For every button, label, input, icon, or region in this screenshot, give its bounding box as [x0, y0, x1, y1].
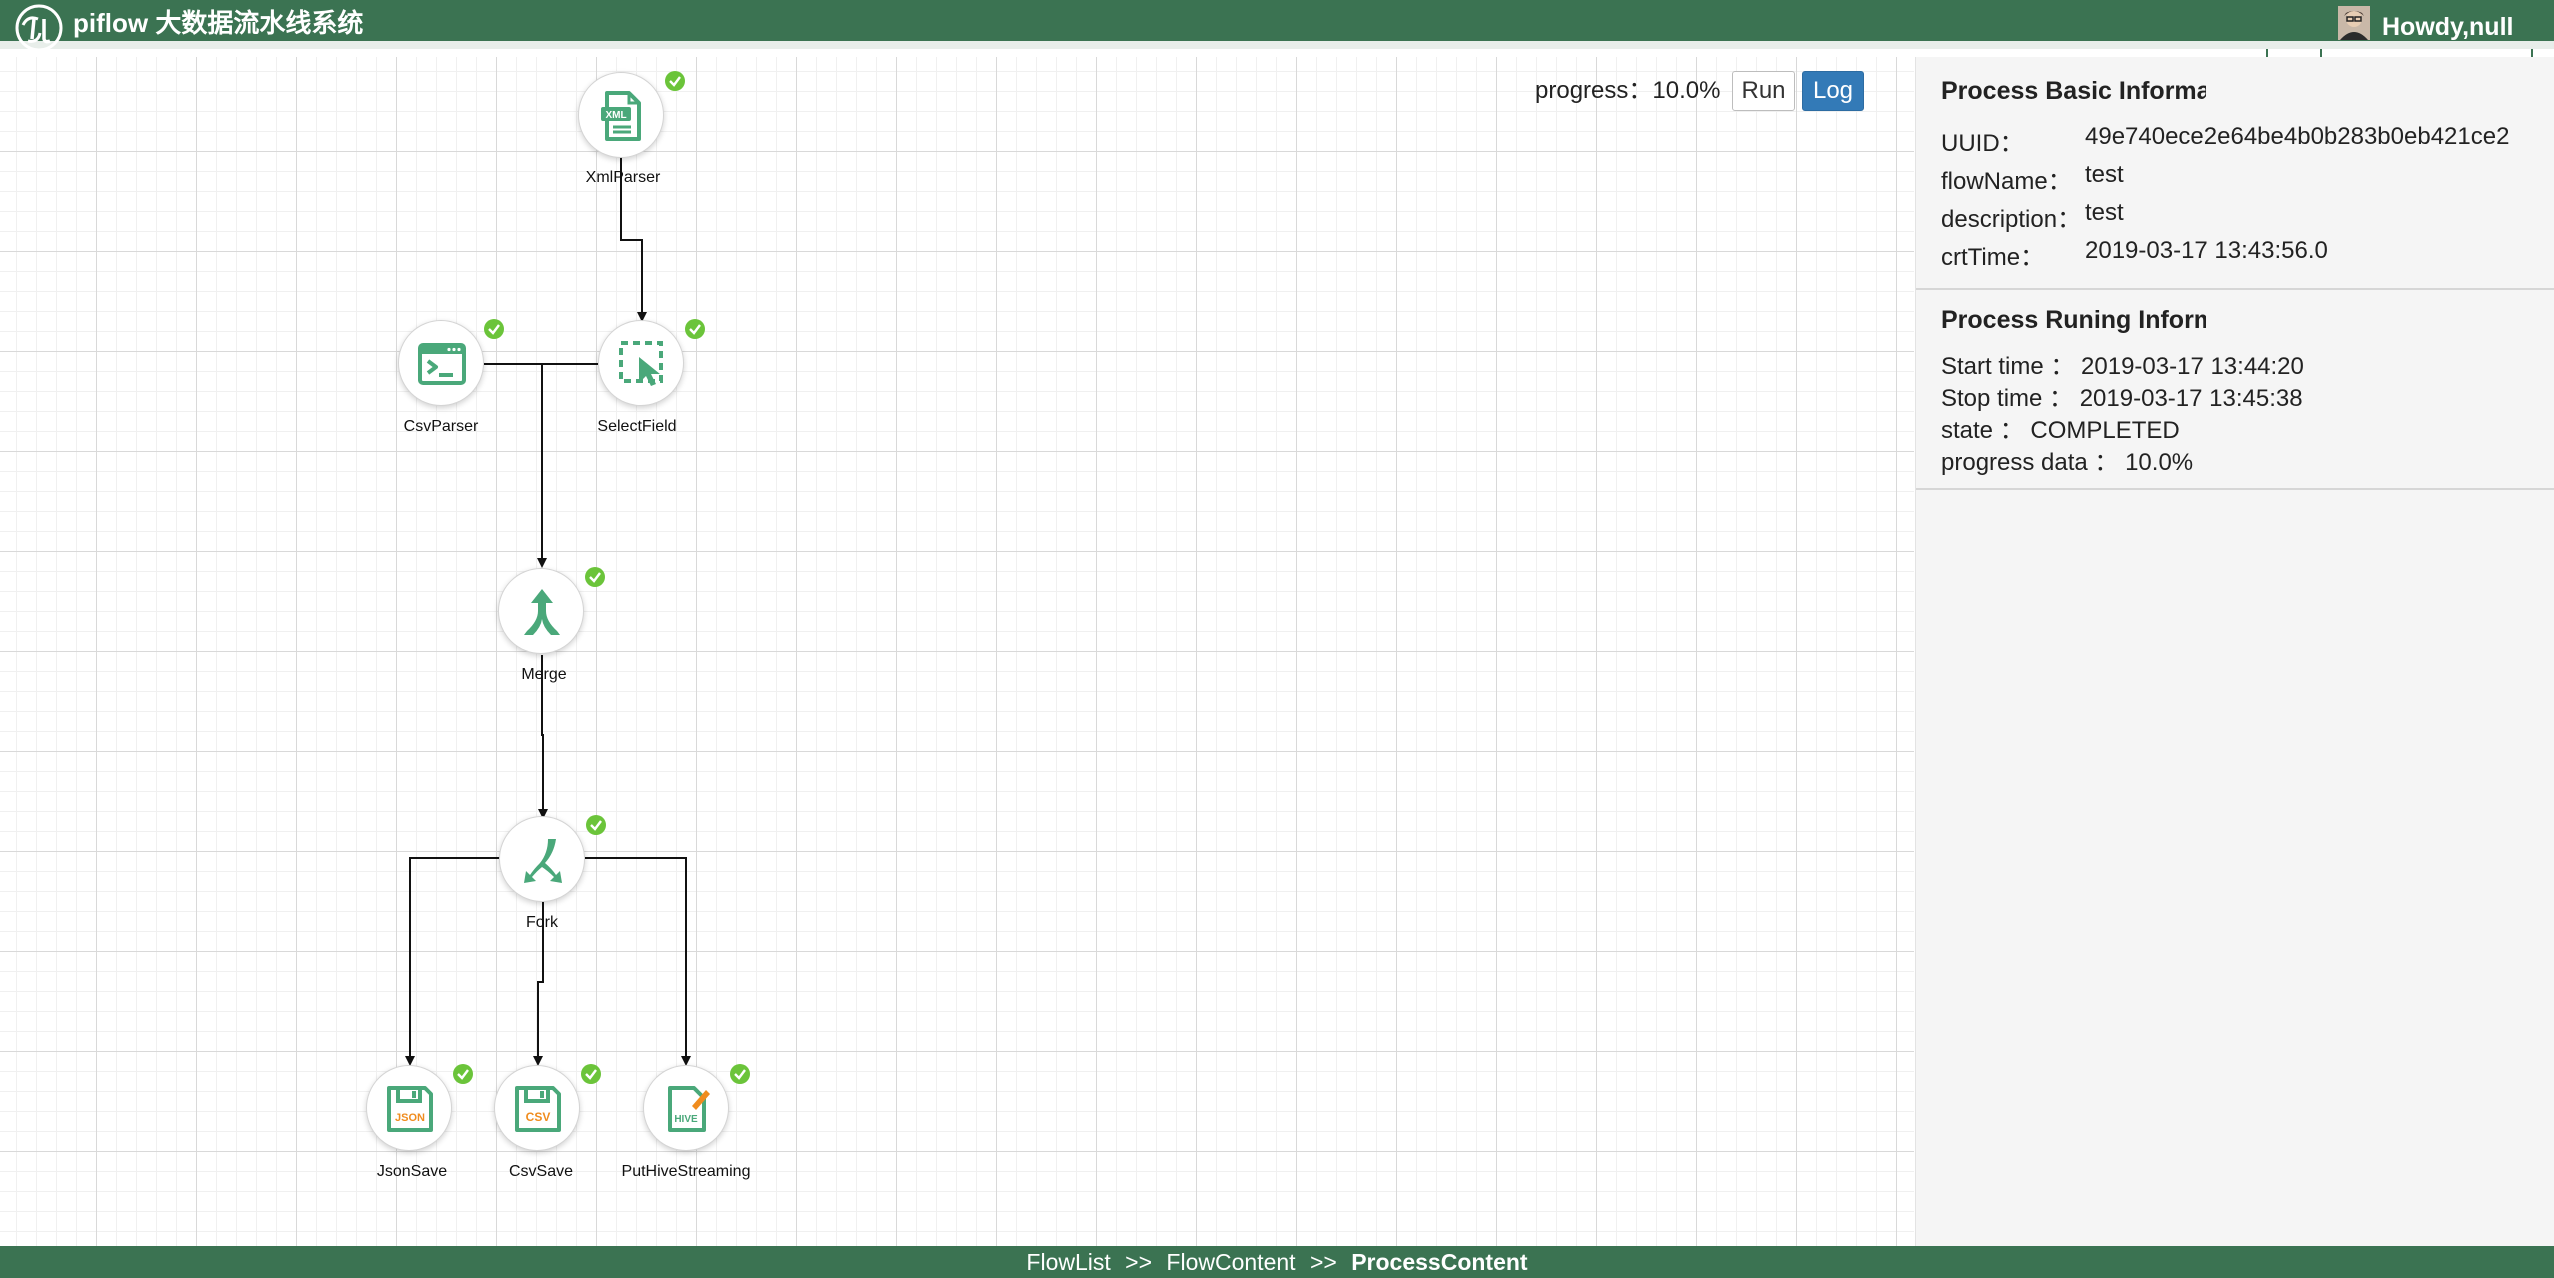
node-fork[interactable]: [499, 816, 585, 902]
node-label: CsvParser: [403, 418, 479, 435]
breadcrumb-flowcontent[interactable]: FlowContent: [1166, 1249, 1295, 1275]
json-save-icon: JSON: [387, 1086, 433, 1132]
status-check-icon: [484, 319, 504, 339]
running-row: state ： COMPLETED: [1941, 417, 2180, 444]
info-key: crtTime：: [1941, 244, 2045, 271]
node-puthivestreaming[interactable]: HIVE: [643, 1065, 729, 1151]
node-xmlparser[interactable]: XML: [578, 72, 664, 158]
top-header: piflow 大数据流水线系统 Howdy,null: [0, 0, 2554, 52]
xml-icon-text: XML: [605, 110, 626, 121]
section-title: Process Runing Informa: [1941, 306, 2206, 334]
hive-file-icon: HIVE: [668, 1086, 710, 1132]
piflow-logo-icon[interactable]: [14, 3, 64, 53]
info-key: description：: [1941, 206, 2082, 233]
process-info-panel: Process Basic Informat UUID： 49e740ece2e…: [1915, 57, 2554, 1246]
info-value: test: [2085, 161, 2124, 188]
info-row-flowname: flowName： test: [1941, 161, 2124, 196]
progress-text: progress：10.0%: [1535, 77, 1721, 104]
status-check-icon: [586, 815, 606, 835]
user-greeting[interactable]: Howdy,null: [2382, 10, 2513, 44]
app-title: piflow 大数据流水线系统: [73, 8, 364, 38]
status-check-icon: [585, 567, 605, 587]
status-check-icon: [685, 319, 705, 339]
log-button[interactable]: Log: [1802, 71, 1864, 111]
run-button[interactable]: Run: [1732, 71, 1795, 111]
node-csvsave[interactable]: CSV: [494, 1065, 580, 1151]
breadcrumb-flowlist[interactable]: FlowList: [1026, 1249, 1110, 1275]
hive-icon-text: HIVE: [674, 1114, 698, 1125]
node-label: CsvSave: [508, 1163, 574, 1180]
info-value: 49e740ece2e64be4b0b283b0eb421ce2: [2085, 123, 2510, 150]
info-value: test: [2085, 199, 2124, 226]
node-csvparser[interactable]: [398, 320, 484, 406]
info-row-description: description： test: [1941, 199, 2124, 234]
node-jsonsave[interactable]: JSON: [366, 1065, 452, 1151]
csv-save-icon: CSV: [515, 1086, 561, 1132]
info-row-crttime: crtTime： 2019-03-17 13:43:56.0: [1941, 237, 2328, 272]
breadcrumb-separator: >>: [1309, 1249, 1337, 1275]
running-row: progress data ： 10.0%: [1941, 449, 2194, 476]
flow-canvas[interactable]: [0, 57, 1914, 1246]
status-check-icon: [665, 71, 685, 91]
running-row: Start time ： 2019-03-17 13:44:20: [1941, 353, 2304, 380]
breadcrumb: FlowList >> FlowContent >> ProcessConten…: [0, 1246, 2554, 1278]
status-check-icon: [581, 1064, 601, 1084]
info-key: flowName：: [1941, 168, 2072, 195]
status-check-icon: [453, 1064, 473, 1084]
node-label: SelectField: [597, 418, 677, 435]
process-running-section: Process Runing Informa Start time ： 2019…: [1916, 290, 2554, 490]
node-label: Fork: [526, 914, 558, 931]
process-basic-section: Process Basic Informat UUID： 49e740ece2e…: [1916, 57, 2554, 290]
section-title: Process Basic Informat: [1941, 77, 2206, 105]
app-root: piflow 大数据流水线系统 Howdy,null XML XmlParser…: [0, 0, 2554, 1278]
node-label: Merge: [521, 666, 567, 683]
select-cursor-icon: [619, 341, 663, 386]
info-value: 2019-03-17 13:43:56.0: [2085, 237, 2328, 264]
node-label: JsonSave: [376, 1163, 448, 1180]
user-avatar[interactable]: [2338, 6, 2370, 40]
json-icon-text: JSON: [395, 1112, 425, 1124]
node-selectfield[interactable]: [598, 320, 684, 406]
node-label: PutHiveStreaming: [621, 1163, 751, 1180]
status-check-icon: [730, 1064, 750, 1084]
csv-icon-text: CSV: [526, 1110, 551, 1124]
terminal-window-icon: [418, 343, 466, 385]
footer-bar: FlowList >> FlowContent >> ProcessConten…: [0, 1246, 2554, 1278]
merge-arrow-icon: [524, 589, 560, 635]
running-row: Stop time ： 2019-03-17 13:45:38: [1941, 385, 2303, 412]
info-row-uuid: UUID： 49e740ece2e64be4b0b283b0eb421ce2: [1941, 123, 2509, 158]
fork-arrow-icon: [524, 839, 562, 883]
node-label: XmlParser: [585, 169, 661, 186]
breadcrumb-separator: >>: [1125, 1249, 1153, 1275]
info-key: UUID：: [1941, 130, 2024, 157]
xml-file-icon: XML: [601, 91, 641, 141]
breadcrumb-current: ProcessContent: [1351, 1249, 1528, 1275]
node-merge[interactable]: [498, 568, 584, 654]
